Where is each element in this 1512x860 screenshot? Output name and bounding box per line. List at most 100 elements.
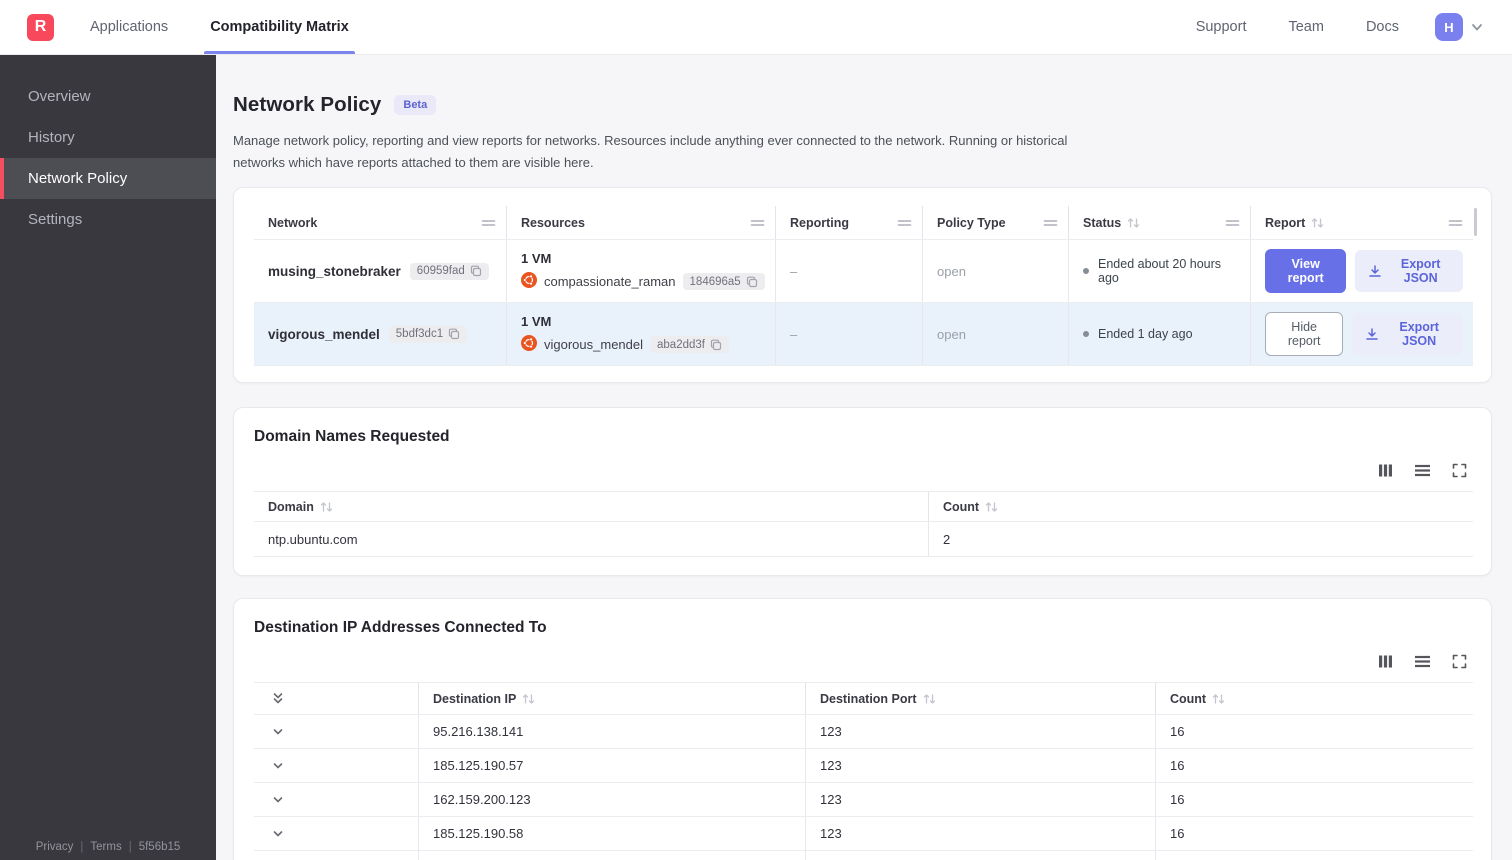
terms-link[interactable]: Terms	[90, 841, 121, 853]
table-row[interactable]: ntp.ubuntu.com 2	[254, 522, 1473, 558]
export-label: Export JSON	[1400, 257, 1441, 286]
sidebar-item-history[interactable]: History	[0, 117, 216, 158]
rows-density-icon[interactable]	[1414, 654, 1431, 669]
column-header-resources[interactable]: Resources	[507, 206, 776, 240]
sort-icon[interactable]	[1127, 217, 1140, 229]
privacy-link[interactable]: Privacy	[36, 841, 74, 853]
sidebar-item-settings[interactable]: Settings	[0, 199, 216, 240]
ip-cell: 162.159.200.123	[419, 783, 806, 817]
columns-icon[interactable]	[1378, 654, 1393, 669]
rows-density-icon[interactable]	[1414, 463, 1431, 478]
count-cell: 16	[1170, 724, 1185, 740]
count-cell: 16	[1170, 826, 1185, 842]
network-id-badge: 60959fad	[409, 262, 489, 280]
fullscreen-icon[interactable]	[1452, 654, 1467, 669]
export-json-button[interactable]: Export JSON	[1352, 313, 1463, 356]
hide-report-button[interactable]: Hide report	[1265, 312, 1344, 357]
network-policy-card: Network Resources Reporting Policy Type …	[233, 187, 1492, 384]
port-cell: 123	[806, 851, 1156, 860]
column-header-report[interactable]: Report	[1251, 206, 1473, 239]
status-text: Ended 1 day ago	[1098, 327, 1193, 342]
column-menu-icon[interactable]	[1225, 218, 1240, 228]
column-header-destination-ip[interactable]: Destination IP	[419, 683, 806, 715]
table-row[interactable]: musing_stonebraker 60959fad 1 VM compass…	[254, 239, 1473, 303]
sort-icon[interactable]	[1311, 217, 1324, 229]
nav-link-docs[interactable]: Docs	[1366, 19, 1399, 35]
copy-icon[interactable]	[746, 276, 758, 288]
table-scrollbar[interactable]	[1474, 208, 1477, 237]
ubuntu-icon	[521, 335, 537, 354]
card-title: Domain Names Requested	[254, 428, 450, 446]
ip-cell: 185.125.190.58	[419, 817, 806, 851]
column-menu-icon[interactable]	[1448, 218, 1463, 228]
count-cell: 2	[943, 531, 951, 547]
copy-icon[interactable]	[710, 339, 722, 351]
column-header-domain[interactable]: Domain	[254, 492, 929, 522]
column-menu-icon[interactable]	[750, 218, 765, 228]
count-cell: 16	[1170, 792, 1185, 808]
copy-icon[interactable]	[470, 265, 482, 277]
sort-icon[interactable]	[985, 501, 998, 513]
column-label: Policy Type	[937, 215, 1006, 230]
resources-cell: 1 VM vigorous_mendel aba2dd3f	[507, 303, 776, 366]
sort-icon[interactable]	[923, 693, 936, 705]
column-header-policy-type[interactable]: Policy Type	[923, 206, 1069, 240]
expand-all-header	[254, 683, 419, 715]
domain-table-body: ntp.ubuntu.com 2	[254, 522, 1473, 558]
navbar-right: Support Team Docs H	[1154, 0, 1512, 54]
column-header-reporting[interactable]: Reporting	[776, 206, 923, 240]
expander-cell	[254, 851, 419, 860]
port-cell: 123	[806, 817, 1156, 851]
chevron-down-icon[interactable]	[271, 759, 285, 773]
expand-all-icon[interactable]	[271, 691, 285, 706]
status-cell: Ended about 20 hours ago	[1069, 240, 1251, 303]
column-menu-icon[interactable]	[481, 218, 496, 228]
main-content: Network Policy Beta Manage network polic…	[216, 55, 1512, 860]
column-menu-icon[interactable]	[1043, 218, 1058, 228]
column-header-count[interactable]: Count	[1156, 683, 1473, 714]
table-row[interactable]: 95.216.138.141 123 16	[254, 715, 1473, 750]
vm-count: 1 VM	[521, 314, 552, 330]
table-row[interactable]: 185.125.190.57 123 16	[254, 749, 1473, 784]
chevron-down-icon[interactable]	[271, 725, 285, 739]
column-header-count[interactable]: Count	[929, 492, 1473, 521]
chevron-down-icon[interactable]	[271, 793, 285, 807]
table-toolbar	[254, 463, 1467, 478]
column-header-network[interactable]: Network	[254, 206, 507, 240]
table-row[interactable]: 185.125.190.58 123 16	[254, 817, 1473, 852]
reporting-cell: –	[776, 303, 923, 366]
column-header-status[interactable]: Status	[1069, 206, 1251, 240]
expander-cell	[254, 783, 419, 817]
sidebar-footer: Privacy | Terms | 5f56b15	[0, 841, 216, 853]
port-cell: 123	[806, 715, 1156, 749]
export-json-button[interactable]: Export JSON	[1355, 250, 1463, 293]
report-cell: Hide report Export JSON	[1251, 303, 1473, 366]
ip-cell: 185.125.190.57	[419, 749, 806, 783]
sidebar-item-network-policy[interactable]: Network Policy	[0, 158, 216, 199]
sort-icon[interactable]	[1212, 693, 1225, 705]
avatar[interactable]: H	[1435, 13, 1463, 41]
view-report-button[interactable]: View report	[1265, 249, 1347, 294]
columns-icon[interactable]	[1378, 463, 1393, 478]
tab-applications[interactable]: Applications	[90, 0, 168, 54]
copy-icon[interactable]	[448, 328, 460, 340]
app-logo[interactable]: R	[27, 13, 54, 41]
nav-link-team[interactable]: Team	[1288, 19, 1323, 35]
table-row[interactable]: 95.216.100.21 123 16	[254, 851, 1473, 860]
policy-type-cell: open	[923, 240, 1069, 303]
table-row[interactable]: vigorous_mendel 5bdf3dc1 1 VM vigorous_m…	[254, 302, 1473, 367]
column-header-destination-port[interactable]: Destination Port	[806, 683, 1156, 715]
sort-icon[interactable]	[522, 693, 535, 705]
port-cell: 123	[806, 783, 1156, 817]
sort-icon[interactable]	[320, 501, 333, 513]
chevron-down-icon[interactable]	[1470, 20, 1484, 34]
chevron-down-icon[interactable]	[271, 827, 285, 841]
fullscreen-icon[interactable]	[1452, 463, 1467, 478]
tab-compatibility-matrix[interactable]: Compatibility Matrix	[204, 0, 355, 54]
column-menu-icon[interactable]	[897, 218, 912, 228]
nav-link-support[interactable]: Support	[1196, 19, 1247, 35]
column-label: Report	[1265, 215, 1306, 230]
page-description: Manage network policy, reporting and vie…	[233, 133, 1068, 170]
table-row[interactable]: 162.159.200.123 123 16	[254, 783, 1473, 818]
sidebar-item-overview[interactable]: Overview	[0, 76, 216, 117]
